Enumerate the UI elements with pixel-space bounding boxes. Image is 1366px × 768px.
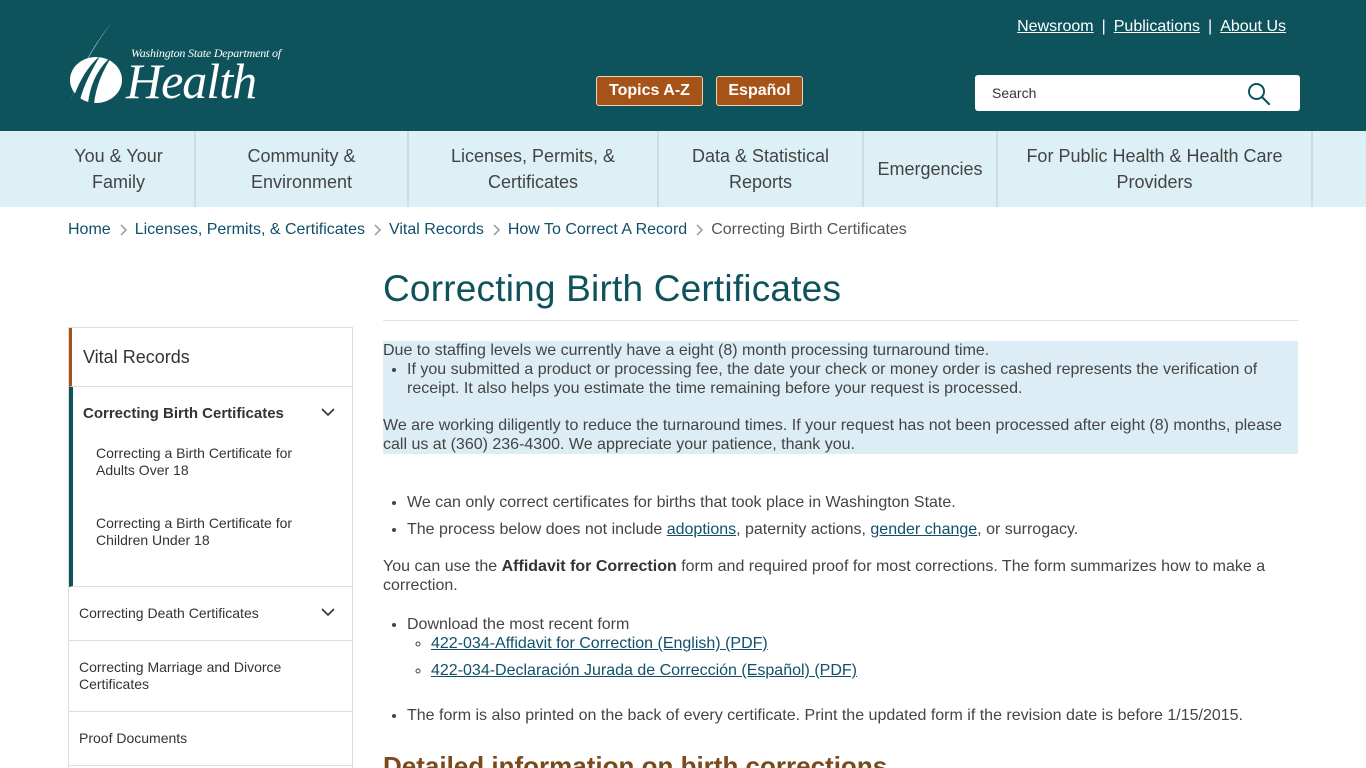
health-logo-icon[interactable] — [66, 20, 128, 106]
adoptions-link[interactable]: adoptions — [667, 521, 736, 538]
list-item: Download the most recent form — [407, 616, 630, 633]
nav-community-environment[interactable]: Community & Environment — [196, 131, 409, 207]
nav-label: For Public Health & Health Care Provider… — [1026, 146, 1283, 192]
nav-emergencies[interactable]: Emergencies — [864, 131, 998, 207]
nav-you-and-your-family[interactable]: You & Your Family — [43, 131, 196, 207]
chevron-right-icon — [120, 224, 127, 236]
breadcrumb-current: Correcting Birth Certificates — [711, 221, 907, 238]
nav-label: Emergencies — [877, 159, 983, 179]
utility-separator: | — [1101, 18, 1106, 35]
notice-text: Due to staffing levels we currently have… — [383, 342, 990, 359]
nav-label: Community & Environment — [247, 146, 356, 192]
breadcrumb: Home Licenses, Permits, & Certificates V… — [68, 220, 907, 240]
breadcrumb-licenses[interactable]: Licenses, Permits, & Certificates — [135, 221, 365, 239]
nav-data-reports[interactable]: Data & Statistical Reports — [659, 131, 864, 207]
affidavit-english-pdf-link[interactable]: 422-034-Affidavit for Correction (Englis… — [431, 635, 768, 652]
nav-label: Licenses, Permits, & Certificates — [450, 146, 616, 192]
sidebar-item-death-certificates[interactable]: Correcting Death Certificates — [69, 587, 352, 641]
chevron-down-icon[interactable] — [321, 408, 335, 417]
page-title: Correcting Birth Certificates — [383, 268, 842, 309]
section-heading: Detailed information on birth correction… — [383, 751, 888, 768]
chevron-right-icon — [493, 224, 500, 236]
sidebar-heading-vital-records[interactable]: Vital Records — [69, 328, 352, 387]
nav-label: You & Your Family — [74, 146, 163, 192]
notice-text: We are working diligently to reduce the … — [383, 417, 1282, 453]
gender-change-link[interactable]: gender change — [870, 521, 977, 538]
sidebar-section-birth-certificates: Correcting Birth Certificates Correcting… — [69, 387, 352, 587]
text: The process below does not include — [407, 521, 667, 538]
sidebar-item-label: Proof Documents — [79, 730, 188, 746]
main-navigation: You & Your Family Community & Environmen… — [0, 131, 1366, 207]
search-input[interactable] — [975, 75, 1245, 111]
sidebar-item-marriage-divorce[interactable]: Correcting Marriage and Divorce Certific… — [69, 641, 352, 712]
search-icon[interactable] — [1246, 81, 1272, 107]
list-item: 422-034-Affidavit for Correction (Englis… — [431, 634, 768, 653]
list-item: We can only correct certificates for bir… — [407, 494, 956, 511]
breadcrumb-vital-records[interactable]: Vital Records — [389, 221, 484, 239]
list-item: 422-034-Declaración Jurada de Corrección… — [431, 661, 857, 680]
nav-label: Data & Statistical Reports — [691, 146, 830, 192]
title-divider — [383, 320, 1299, 321]
topics-az-button[interactable]: Topics A-Z — [596, 76, 703, 106]
sidebar-item-label: Correcting Marriage and Divorce Certific… — [79, 659, 282, 692]
affidavit-paragraph: You can use the Affidavit for Correction… — [383, 557, 1283, 595]
sidebar-item-label: Correcting Death Certificates — [79, 605, 259, 621]
text: , paternity actions, — [736, 521, 871, 538]
utility-links: Newsroom | Publications | About Us — [1017, 18, 1286, 36]
chevron-right-icon — [374, 224, 382, 236]
text: You can use the — [383, 558, 502, 575]
utility-separator: | — [1208, 18, 1213, 35]
notice-bullet: If you submitted a product or processing… — [407, 360, 1287, 398]
about-us-link[interactable]: About Us — [1220, 18, 1286, 35]
sidebar-item-proof-documents[interactable]: Proof Documents — [69, 712, 352, 766]
notice-list: If you submitted a product or processing… — [407, 360, 1287, 398]
sidebar-item-correcting-birth[interactable]: Correcting Birth Certificates — [83, 405, 284, 422]
publications-link[interactable]: Publications — [1114, 18, 1200, 35]
nav-licenses-permits[interactable]: Licenses, Permits, & Certificates — [409, 131, 659, 207]
notice-box: Due to staffing levels we currently have… — [383, 341, 1298, 454]
affidavit-bold: Affidavit for Correction — [501, 558, 677, 575]
text: , or surrogacy. — [977, 521, 1079, 538]
espanol-button[interactable]: Español — [716, 76, 803, 106]
sidebar-subitem-children[interactable]: Correcting a Birth Certificate for Child… — [96, 515, 316, 549]
list-item: The process below does not include adopt… — [407, 520, 1078, 539]
newsroom-link[interactable]: Newsroom — [1017, 18, 1093, 35]
nav-public-health-providers[interactable]: For Public Health & Health Care Provider… — [998, 131, 1313, 207]
site-header: Washington State Department of Health Ne… — [0, 0, 1366, 131]
breadcrumb-how-to-correct[interactable]: How To Correct A Record — [508, 221, 687, 239]
chevron-down-icon[interactable] — [321, 608, 335, 617]
list-item: The form is also printed on the back of … — [407, 707, 1244, 724]
search-box — [975, 75, 1300, 111]
logo-health-text[interactable]: Health — [126, 54, 257, 108]
breadcrumb-home[interactable]: Home — [68, 221, 111, 239]
sidebar-nav: Vital Records Correcting Birth Certifica… — [68, 327, 353, 768]
affidavit-spanish-pdf-link[interactable]: 422-034-Declaración Jurada de Corrección… — [431, 662, 857, 679]
chevron-right-icon — [696, 224, 704, 236]
sidebar-subitem-adults[interactable]: Correcting a Birth Certificate for Adult… — [96, 445, 316, 479]
